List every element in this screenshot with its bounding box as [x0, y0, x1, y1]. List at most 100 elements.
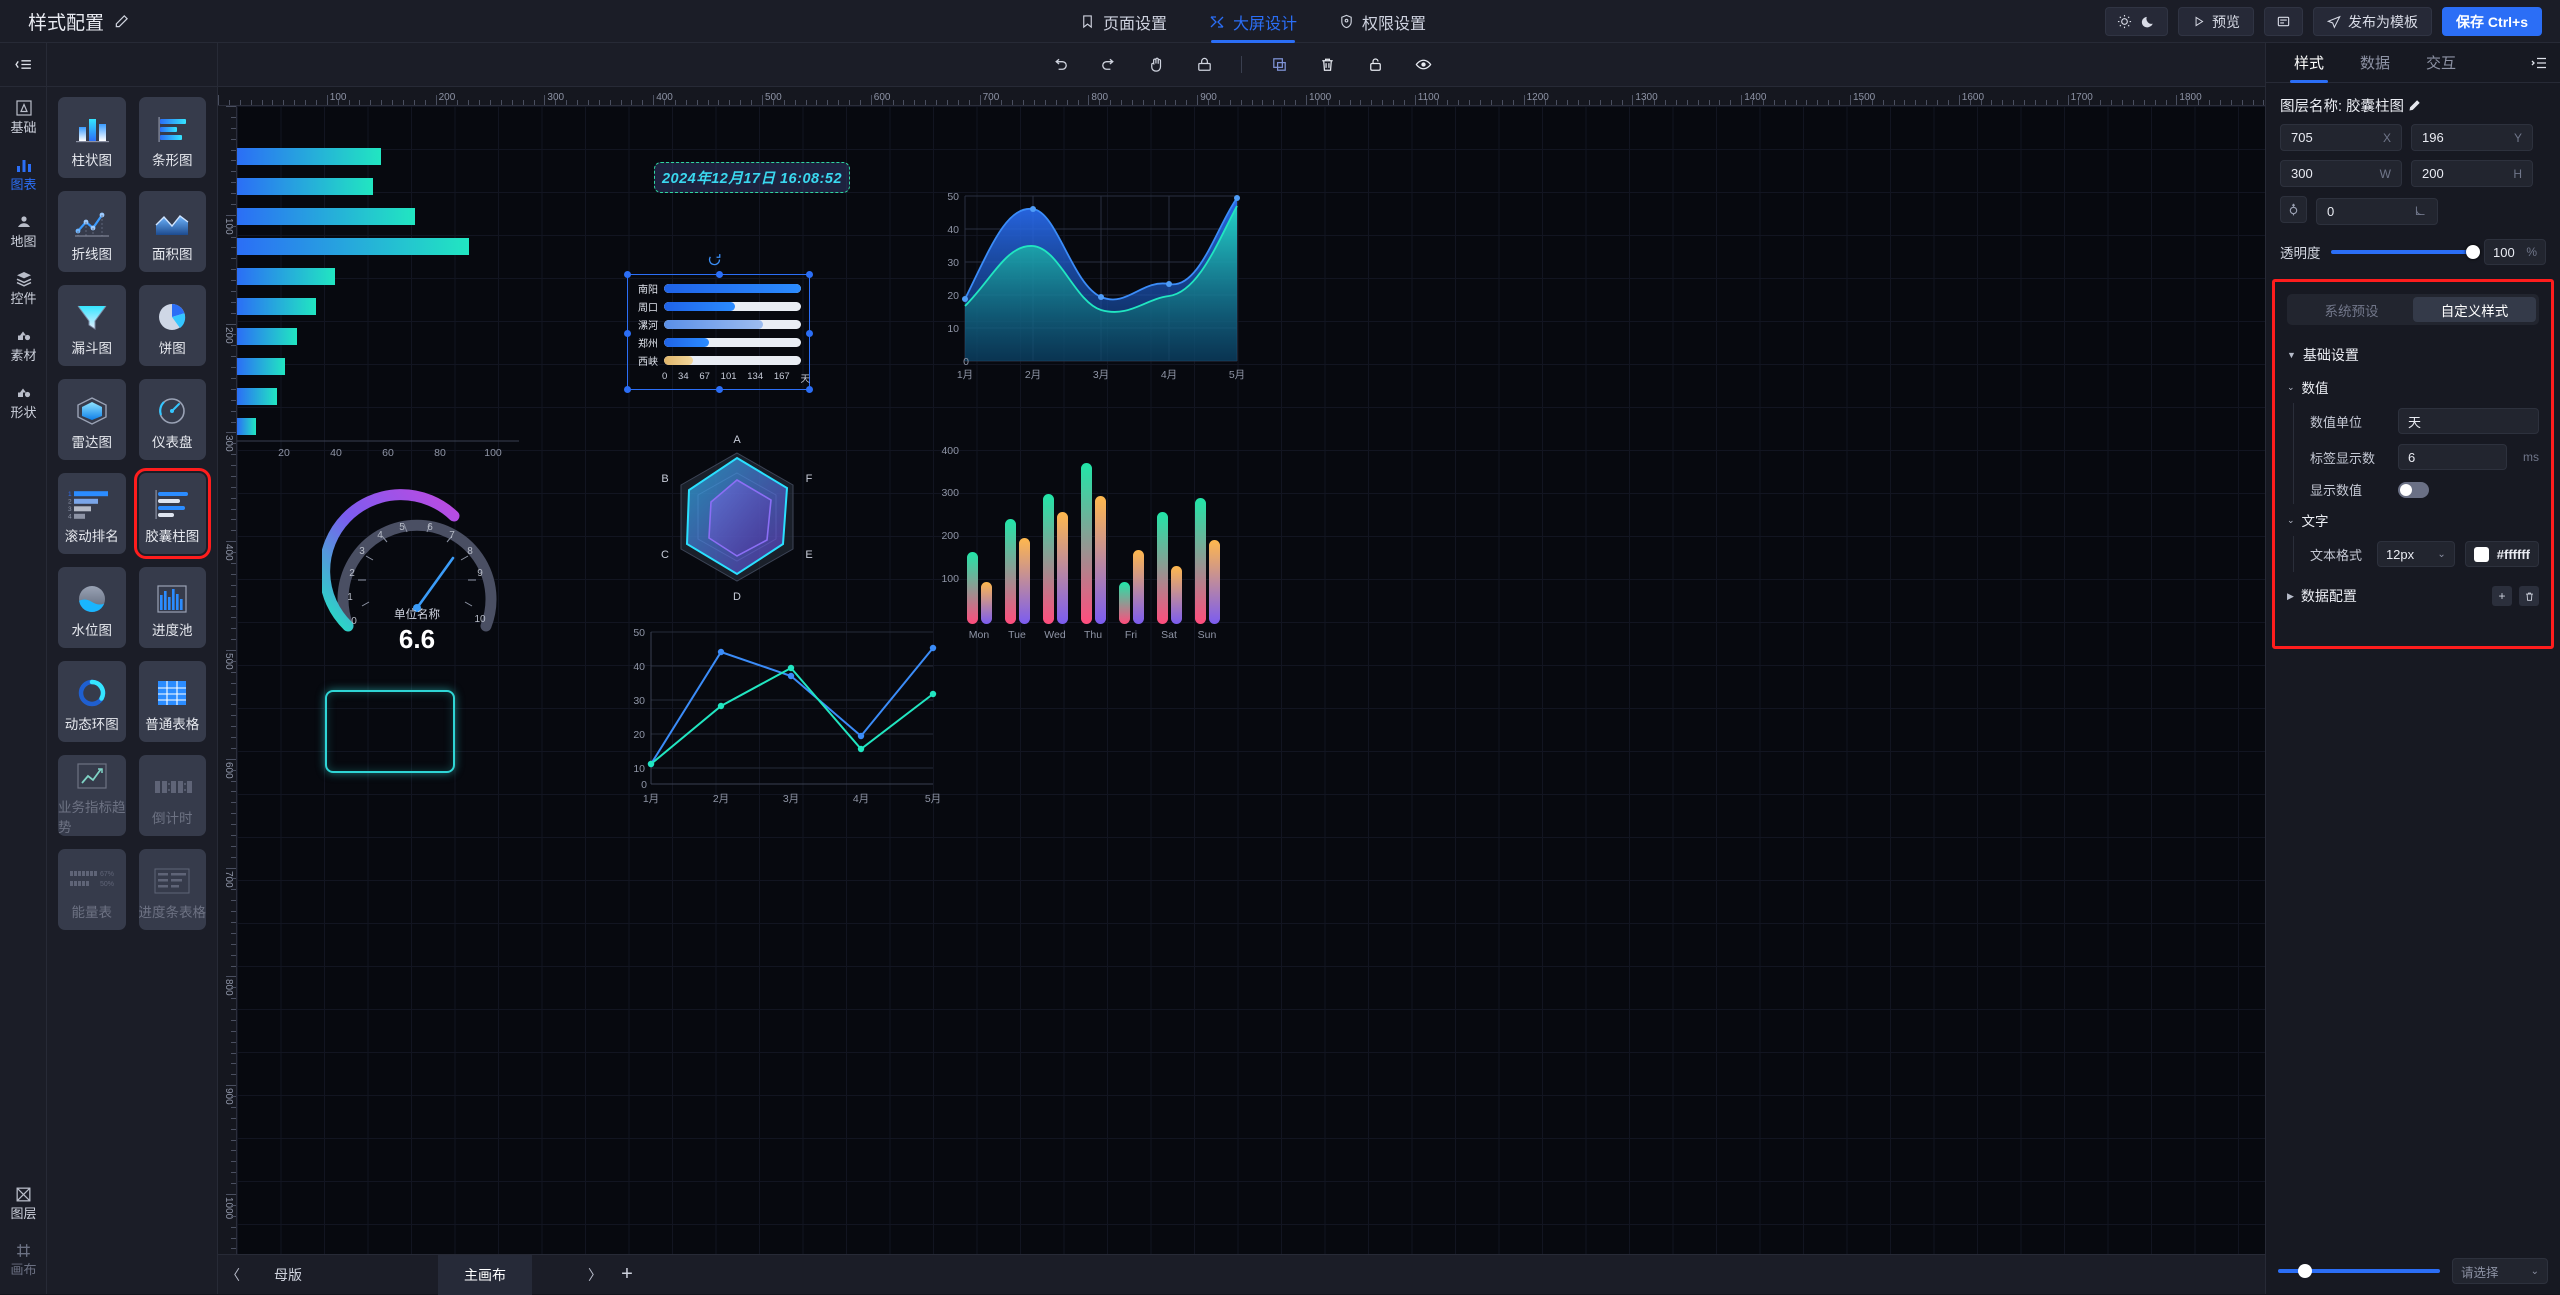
pencil-icon[interactable] — [114, 14, 129, 29]
eye-icon[interactable] — [1412, 54, 1434, 76]
vertical-ruler[interactable]: 1002003004005006007008009001000110012001… — [218, 106, 237, 1254]
tab-main-canvas[interactable]: 主画布 — [438, 1255, 532, 1295]
w-field[interactable]: W — [2280, 160, 2402, 187]
hand-icon[interactable] — [1145, 54, 1167, 76]
design-stage[interactable]: 20406080100 2024年12月17日 16:08:52 南阳 周口 — [237, 106, 2265, 1254]
tab-data[interactable]: 数据 — [2342, 43, 2408, 83]
note-button[interactable] — [2264, 7, 2303, 36]
font-size-select[interactable]: 12px ⌄ — [2377, 541, 2455, 567]
chevron-left-icon[interactable]: 〈 — [218, 1265, 248, 1285]
save-button[interactable]: 保存 Ctrl+s — [2442, 7, 2542, 36]
rotate-input[interactable] — [2327, 204, 2402, 219]
palette-item-table[interactable]: 普通表格 — [139, 661, 207, 742]
palette-item-funnel-chart[interactable]: 漏斗图 — [58, 285, 126, 366]
publish-template-button[interactable]: 发布为模板 — [2313, 7, 2432, 36]
label-count-input[interactable] — [2408, 450, 2497, 465]
sun-icon[interactable] — [2117, 14, 2132, 29]
lock-aspect-icon[interactable] — [1193, 54, 1215, 76]
sidebar-item-material[interactable]: 素材 — [0, 315, 47, 372]
resize-handle-sw[interactable] — [624, 386, 631, 393]
opacity-value-field[interactable]: % — [2484, 239, 2546, 265]
palette-item-bar-chart[interactable]: 柱状图 — [58, 97, 126, 178]
value-unit-field[interactable] — [2398, 408, 2539, 434]
datetime-widget[interactable]: 2024年12月17日 16:08:52 — [654, 162, 850, 193]
tab-master[interactable]: 母版 — [248, 1255, 328, 1295]
tab-screen-design[interactable]: 大屏设计 — [1209, 0, 1297, 43]
resize-handle-n[interactable] — [716, 271, 723, 278]
opacity-input[interactable] — [2493, 245, 2525, 260]
capsule-bar-widget[interactable]: 南阳 周口 漯河 郑州 西峡 — [627, 274, 810, 390]
undo-icon[interactable] — [1049, 54, 1071, 76]
capsule-column-chart[interactable]: 400 300 200 100 Mon Tue Wed Thu Fri S — [937, 436, 1237, 656]
zoom-slider[interactable] — [2278, 1269, 2440, 1273]
lock-ratio-icon[interactable] — [2280, 196, 2307, 223]
y-field[interactable]: Y — [2411, 124, 2533, 151]
palette-item-horizontal-bar[interactable]: 条形图 — [139, 97, 207, 178]
group-value[interactable]: ⌄ 数值 — [2283, 371, 2543, 403]
palette-item-radar-chart[interactable]: 雷达图 — [58, 379, 126, 460]
zoom-knob[interactable] — [2298, 1264, 2312, 1278]
palette-item-capsule-bar[interactable]: 胶囊柱图 — [139, 473, 207, 554]
copy-icon[interactable] — [1268, 54, 1290, 76]
palette-scroll[interactable]: 柱状图 条形图 折线图 面积图 — [47, 87, 217, 1294]
group-text[interactable]: ⌄ 文字 — [2283, 504, 2543, 536]
palette-item-line-chart[interactable]: 折线图 — [58, 191, 126, 272]
h-field[interactable]: H — [2411, 160, 2533, 187]
sidebar-item-basic[interactable]: 基础 — [0, 87, 47, 144]
show-value-toggle[interactable] — [2398, 482, 2429, 498]
x-input[interactable] — [2291, 130, 2366, 145]
resize-handle-nw[interactable] — [624, 271, 631, 278]
radar-chart[interactable]: A F E D C B — [637, 418, 837, 618]
list-icon[interactable] — [2530, 54, 2548, 77]
trash-icon[interactable] — [2519, 586, 2539, 606]
segment-system-preset[interactable]: 系统预设 — [2290, 297, 2413, 322]
sidebar-item-shape[interactable]: 形状 — [0, 372, 47, 429]
opacity-knob[interactable] — [2466, 245, 2480, 259]
redo-icon[interactable] — [1097, 54, 1119, 76]
sidebar-item-map[interactable]: 地图 — [0, 201, 47, 258]
theme-toggle[interactable] — [2105, 7, 2168, 36]
sidebar-item-widget[interactable]: 控件 — [0, 258, 47, 315]
palette-item-water-level[interactable]: 水位图 — [58, 567, 126, 648]
tab-style[interactable]: 样式 — [2276, 43, 2342, 83]
unlock-icon[interactable] — [1364, 54, 1386, 76]
sidebar-item-canvas[interactable]: 画布 — [0, 1230, 47, 1286]
opacity-slider[interactable] — [2331, 250, 2475, 254]
reload-icon[interactable] — [707, 252, 722, 271]
h-input[interactable] — [2422, 166, 2497, 181]
palette-item-trend[interactable]: 业务指标趋势 — [58, 755, 126, 836]
label-count-field[interactable] — [2398, 444, 2507, 470]
tab-interaction[interactable]: 交互 — [2408, 43, 2474, 83]
sidebar-item-layers[interactable]: 图层 — [0, 1174, 47, 1230]
y-input[interactable] — [2422, 130, 2497, 145]
horizontal-bar-chart[interactable]: 20406080100 — [237, 136, 547, 466]
chevron-right-icon[interactable]: 〉 — [580, 1265, 610, 1285]
value-unit-input[interactable] — [2408, 414, 2529, 429]
palette-item-countdown[interactable]: 倒计时 — [139, 755, 207, 836]
palette-item-pie-chart[interactable]: 饼图 — [139, 285, 207, 366]
sidebar-item-chart[interactable]: 图表 — [0, 144, 47, 201]
horizontal-ruler[interactable]: 1002003004005006007008009001000110012001… — [218, 87, 2265, 106]
rotate-field[interactable] — [2316, 198, 2438, 225]
x-field[interactable]: X — [2280, 124, 2402, 151]
palette-item-energy[interactable]: 67%50% 能量表 — [58, 849, 126, 930]
plus-square-icon[interactable]: + — [2492, 586, 2512, 606]
palette-item-ranking[interactable]: 1234 滚动排名 — [58, 473, 126, 554]
tab-page-settings[interactable]: 页面设置 — [1080, 0, 1167, 43]
add-canvas-button[interactable]: + — [610, 1263, 644, 1286]
resize-handle-e[interactable] — [806, 330, 813, 337]
palette-item-area-chart[interactable]: 面积图 — [139, 191, 207, 272]
text-color-field[interactable]: #ffffff — [2465, 541, 2539, 567]
pencil-icon[interactable] — [2408, 99, 2421, 112]
tab-permission-settings[interactable]: 权限设置 — [1339, 0, 1426, 43]
resize-handle-ne[interactable] — [806, 271, 813, 278]
delete-icon[interactable] — [1316, 54, 1338, 76]
palette-item-progress-table[interactable]: 进度条表格 — [139, 849, 207, 930]
palette-item-gauge[interactable]: 仪表盘 — [139, 379, 207, 460]
resize-handle-s[interactable] — [716, 386, 723, 393]
palette-item-progress-pool[interactable]: 进度池 — [139, 567, 207, 648]
area-chart[interactable]: 50 40 30 20 10 0 1月 2月 3月 4月 5月 — [937, 184, 1257, 384]
line-chart[interactable]: 50 40 30 20 10 0 1月 2月 3月 4月 5月 — [617, 616, 947, 816]
collapse-panel-button[interactable] — [0, 43, 46, 87]
decorative-frame[interactable] — [325, 690, 455, 773]
